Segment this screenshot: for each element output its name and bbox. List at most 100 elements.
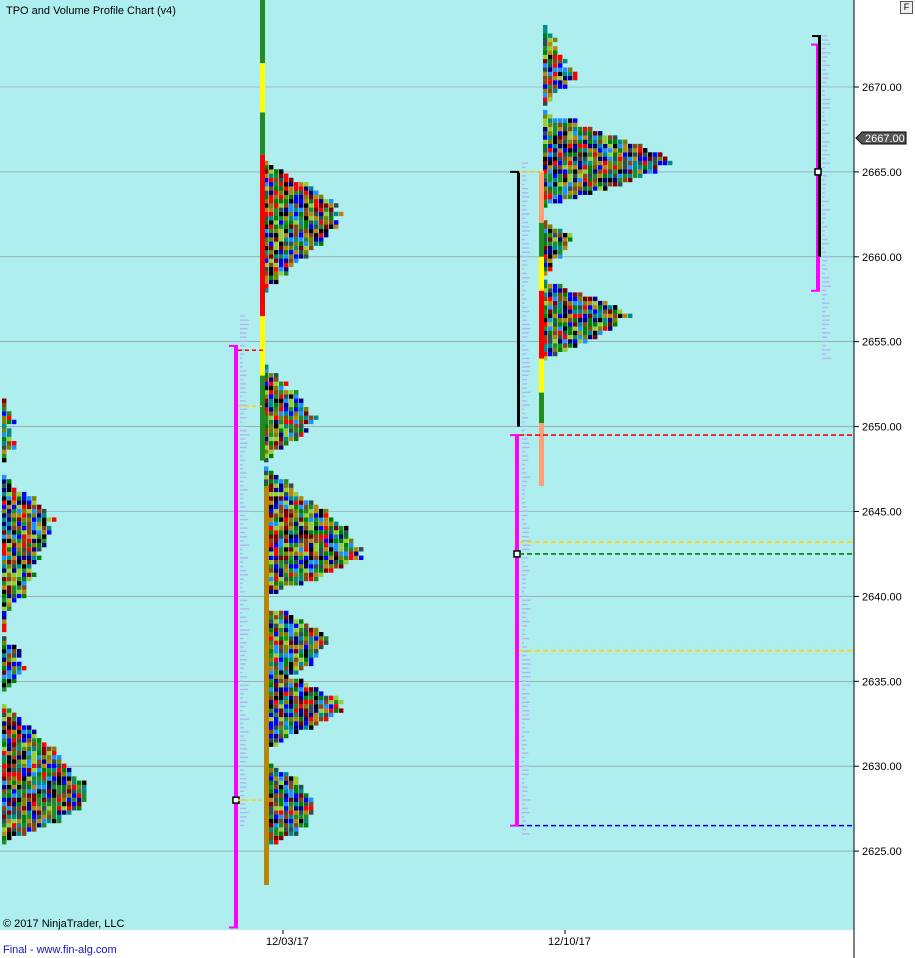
- opening-range-bar: [260, 375, 265, 461]
- tpo-cell: [274, 793, 279, 798]
- tpo-cell: [2, 525, 7, 531]
- tpo-cell: [32, 513, 37, 518]
- tpo-cell: [47, 755, 52, 760]
- tpo-cell: [329, 538, 334, 544]
- tpo-cell: [284, 530, 289, 535]
- tpo-cell: [62, 772, 67, 777]
- tpo-cell: [314, 215, 319, 221]
- tpo-cell: [543, 152, 548, 157]
- volume-tick: [522, 722, 525, 725]
- tpo-cell: [553, 347, 558, 352]
- tpo-cell: [314, 644, 319, 650]
- tpo-cell: [284, 186, 289, 191]
- tpo-cell: [299, 572, 304, 577]
- tpo-cell: [52, 818, 57, 824]
- tpo-cell: [289, 491, 294, 497]
- tpo-cell: [32, 504, 37, 510]
- tpo-cell: [563, 173, 568, 178]
- tpo-cell: [37, 767, 42, 773]
- tpo-cell: [563, 84, 568, 89]
- tpo-cell: [289, 220, 294, 225]
- tpo-cell: [543, 84, 548, 89]
- tpo-cell: [299, 215, 304, 221]
- tpo-cell: [274, 186, 279, 191]
- tpo-cell: [319, 203, 324, 208]
- tpo-cell: [279, 207, 284, 212]
- tpo-cell: [269, 789, 274, 794]
- chart-options-button[interactable]: F: [900, 1, 913, 14]
- volume-tick: [522, 179, 527, 181]
- tpo-cell: [82, 789, 87, 794]
- tpo-cell: [17, 797, 22, 802]
- tpo-cell: [324, 199, 329, 204]
- tpo-cell: [284, 784, 289, 790]
- tpo-cell: [284, 670, 289, 675]
- tpo-cell: [304, 547, 309, 552]
- tpo-cell: [17, 564, 22, 569]
- tpo-cell: [22, 742, 27, 747]
- tpo-cell: [269, 173, 274, 178]
- tpo-cell: [548, 165, 553, 170]
- tpo-cell: [47, 776, 52, 781]
- tpo-cell: [548, 334, 553, 340]
- tpo-cell: [548, 114, 553, 119]
- tpo-cell: [7, 581, 12, 586]
- tpo-cell: [279, 818, 284, 824]
- tpo-cell: [279, 436, 284, 442]
- tpo-cell: [17, 508, 22, 514]
- tpo-cell: [269, 742, 274, 747]
- tpo-cell: [329, 207, 334, 212]
- tpo-cell: [52, 755, 57, 760]
- tpo-cell: [27, 538, 32, 544]
- volume-tick: [240, 468, 244, 470]
- tpo-cell: [299, 203, 304, 208]
- opening-range-bar: [260, 63, 265, 113]
- tpo-cell: [289, 407, 294, 412]
- tpo-cell: [319, 534, 324, 539]
- volume-tick: [240, 684, 249, 686]
- tpo-cell: [558, 71, 563, 77]
- tpo-cell: [12, 750, 17, 756]
- tpo-cell: [42, 797, 47, 802]
- volume-tick: [522, 310, 530, 313]
- tpo-cell: [32, 572, 37, 577]
- tpo-cell: [304, 559, 309, 565]
- volume-tick: [240, 374, 247, 377]
- tpo-cell: [334, 525, 339, 531]
- tpo-cell: [17, 585, 22, 590]
- volume-tick: [522, 493, 525, 495]
- tpo-cell: [334, 708, 339, 713]
- tpo-cell: [563, 339, 568, 344]
- tpo-cell: [558, 160, 563, 166]
- volume-tick: [522, 166, 526, 169]
- volume-tick: [522, 612, 527, 614]
- tpo-cell: [289, 547, 294, 552]
- tpo-cell: [324, 211, 329, 217]
- tpo-cell: [279, 568, 284, 573]
- tpo-cell: [7, 496, 12, 501]
- volume-tick: [522, 531, 529, 534]
- tpo-cell: [284, 733, 289, 739]
- tpo-cell: [279, 559, 284, 565]
- tpo-cell: [294, 220, 299, 225]
- tpo-cell: [583, 165, 588, 170]
- tpo-cell: [548, 283, 553, 289]
- tpo-cell: [573, 169, 578, 174]
- volume-tick: [522, 782, 525, 784]
- tpo-cell: [72, 789, 77, 794]
- tpo-cell: [289, 500, 294, 505]
- tpo-cell: [32, 755, 37, 760]
- tpo-cell: [314, 632, 319, 637]
- tpo-cell: [32, 742, 37, 747]
- tpo-cell: [47, 784, 52, 790]
- tpo-cell: [279, 262, 284, 268]
- tpo-cell: [563, 190, 568, 195]
- tpo-cell: [284, 559, 289, 565]
- tpo-cell: [2, 687, 7, 692]
- tpo-cell: [289, 708, 294, 713]
- tpo-cell: [12, 729, 17, 735]
- tpo-cell: [7, 755, 12, 760]
- tpo-cell: [294, 258, 299, 263]
- tpo-cell: [22, 789, 27, 794]
- tpo-cell: [563, 126, 568, 132]
